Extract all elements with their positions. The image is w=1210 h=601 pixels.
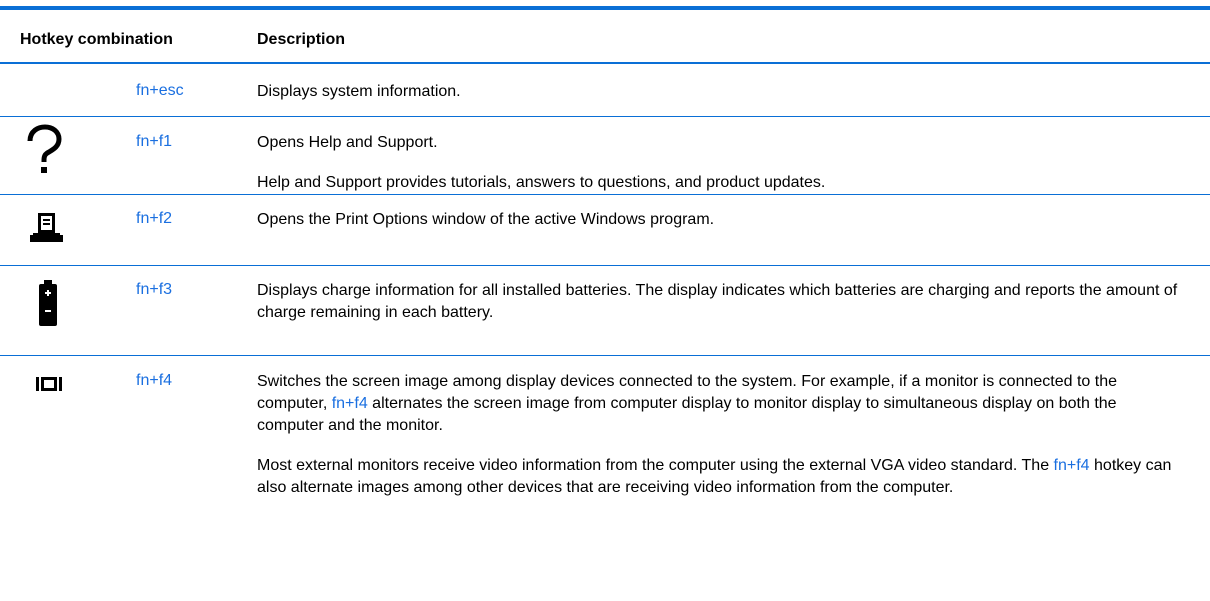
description-paragraph: Switches the screen image among display … — [257, 371, 1187, 437]
hotkey-fn-f4: fn+f4 — [136, 372, 173, 389]
hotkey-table: Hotkey combination Description fn+esc Di… — [0, 10, 1210, 546]
hotkey-fn-f2: fn+f2 — [136, 210, 173, 227]
table-row: fn+esc Displays system information. — [0, 64, 1210, 117]
header-hotkey-combination: Hotkey combination — [20, 31, 173, 48]
description-text: Opens the Print Options window of the ac… — [257, 211, 715, 228]
description: Displays charge information for all inst… — [257, 280, 1187, 340]
description: Switches the screen image among display … — [257, 371, 1187, 515]
description-text: Most external monitors receive video inf… — [257, 457, 1054, 474]
table-row: fn+f3 Displays charge information for al… — [0, 266, 1210, 356]
description-text: Opens Help and Support. — [257, 134, 438, 151]
table-row: fn+f2 Opens the Print Options window of … — [0, 195, 1210, 266]
hotkey-fn-f1: fn+f1 — [136, 133, 173, 150]
inline-hotkey: fn+f4 — [1053, 457, 1090, 474]
description-text: Displays charge information for all inst… — [257, 282, 1178, 321]
description-text: alternates the screen image from compute… — [257, 395, 1117, 434]
description-text: Displays system information. — [257, 83, 461, 100]
hotkey-fn-esc: fn+esc — [136, 82, 184, 99]
description-text: Help and Support provides tutorials, ans… — [257, 174, 826, 191]
table-row: fn+f1 Opens Help and Support. Help and S… — [0, 117, 1210, 195]
header-description: Description — [257, 31, 346, 48]
description: Displays system information. — [257, 81, 1187, 119]
description-paragraph: Most external monitors receive video inf… — [257, 455, 1187, 499]
table-header: Hotkey combination Description — [0, 10, 1210, 64]
hotkey-fn-f3: fn+f3 — [136, 281, 173, 298]
description: Opens the Print Options window of the ac… — [257, 209, 1187, 247]
inline-hotkey: fn+f4 — [331, 395, 368, 412]
table-row: fn+f4 Switches the screen image among di… — [0, 356, 1210, 546]
